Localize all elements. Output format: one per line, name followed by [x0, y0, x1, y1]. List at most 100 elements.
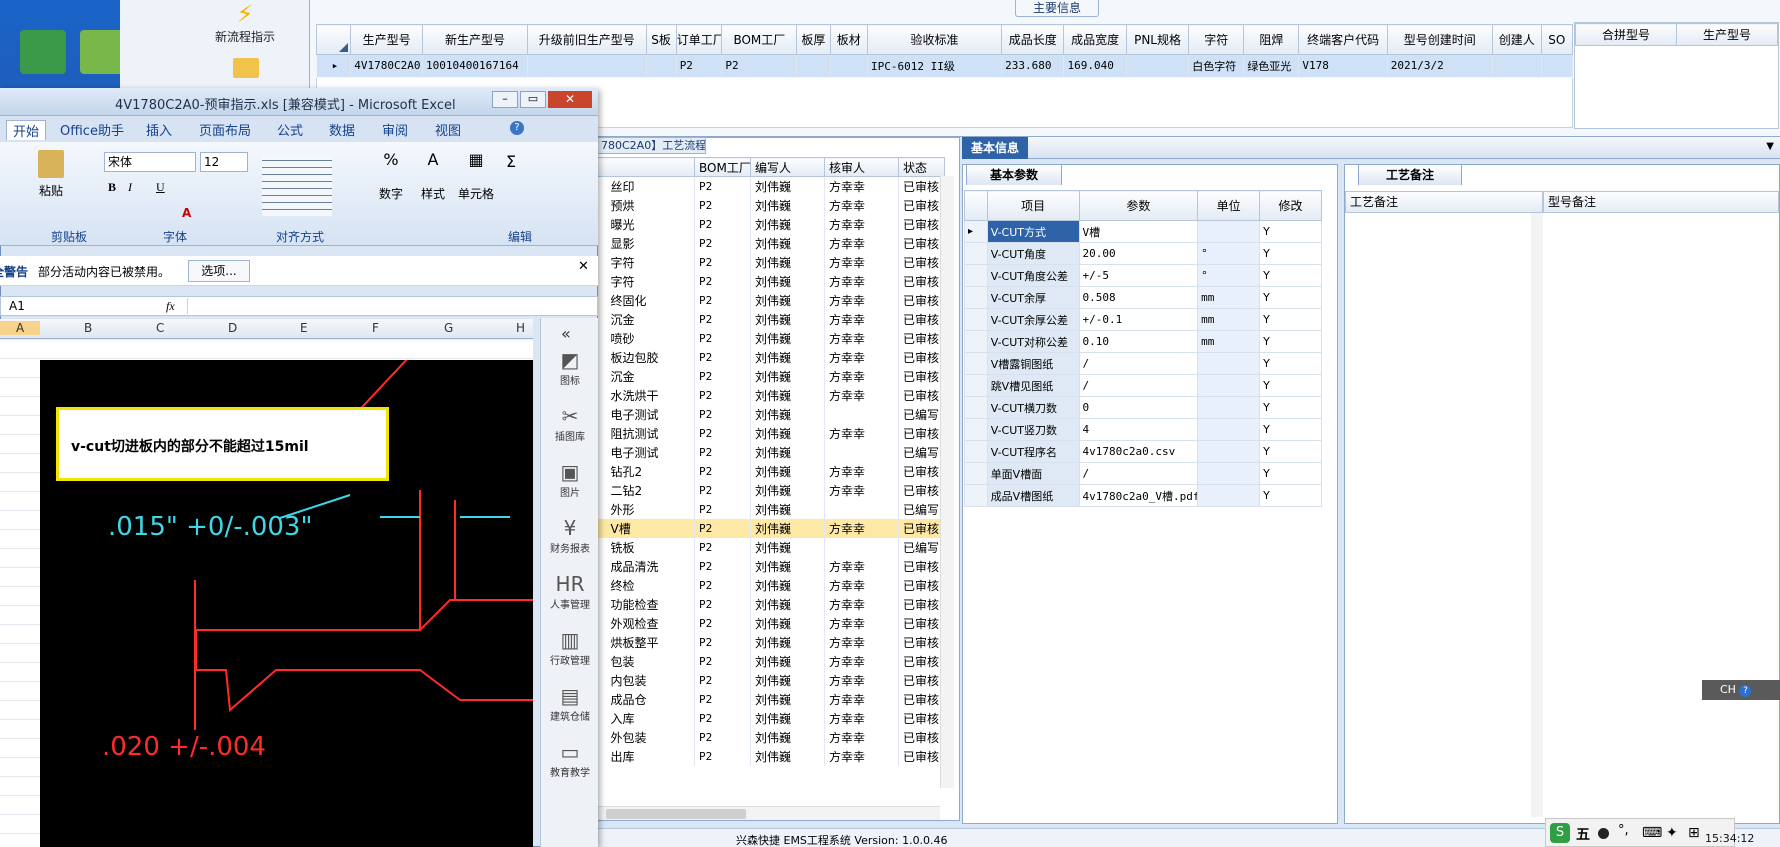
tab-page-layout[interactable]: 页面布局 — [199, 120, 251, 139]
main-info-col-header[interactable]: 阻焊 — [1243, 24, 1300, 55]
flow-row[interactable]: 电子测试 P2 刘伟巍 已编写 — [596, 404, 945, 424]
flow-row[interactable]: 曝光 P2 刘伟巍 方幸幸 已审核 — [596, 214, 945, 234]
main-info-col-header[interactable]: 板材 — [829, 24, 868, 55]
main-info-cell[interactable]: 169.040 — [1063, 54, 1127, 77]
main-info-col-header[interactable]: 板厚 — [796, 24, 831, 55]
side-item-2[interactable]: ✂ 插图库 — [541, 404, 599, 443]
flow-col-header[interactable]: 编写人 — [750, 157, 825, 177]
side-item-3[interactable]: ▣ 图片 — [541, 460, 599, 499]
params-row[interactable]: V-CUT对称公差 0.10 mm Y — [964, 330, 1322, 353]
fx-icon[interactable]: fx — [166, 299, 175, 314]
params-cell[interactable]: +/-5 — [1078, 264, 1199, 287]
flow-horizontal-scrollbar[interactable] — [598, 806, 940, 820]
new-flow-button[interactable]: ⚡ 新流程指示 — [210, 0, 280, 45]
params-cell[interactable]: +/-0.1 — [1078, 308, 1199, 331]
main-info-cell[interactable]: 绿色亚光 — [1243, 54, 1300, 77]
close-button[interactable]: ✕ — [548, 91, 592, 108]
params-col-header[interactable]: 单位 — [1197, 190, 1261, 221]
params-row[interactable]: 单面V槽面 / Y — [964, 462, 1322, 485]
flow-row[interactable]: 板边包胶 P2 刘伟巍 方幸幸 已审核 — [596, 347, 945, 367]
warning-close-icon[interactable]: ✕ — [578, 259, 589, 274]
flow-row[interactable]: 铣板 P2 刘伟巍 已编写 — [596, 537, 945, 557]
side-item-1[interactable]: ◩ 图标 — [541, 348, 599, 387]
sum-icon[interactable]: Σ — [506, 152, 516, 171]
tab-formulas[interactable]: 公式 — [277, 120, 303, 139]
main-info-cell[interactable] — [796, 54, 831, 77]
col-header-c[interactable]: C — [156, 321, 164, 335]
col-header-e[interactable]: E — [300, 321, 308, 335]
ime-floating-bar[interactable]: CH ? — [1702, 680, 1780, 700]
styles-button[interactable]: A 样式 — [416, 150, 450, 202]
cells-button[interactable]: ▦ 单元格 — [456, 150, 496, 202]
main-info-cell[interactable]: 4V1780C2A0 — [350, 54, 424, 77]
flow-row[interactable]: 沉金 P2 刘伟巍 方幸幸 已审核 — [596, 366, 945, 386]
row-pointer[interactable]: ▸ — [316, 54, 352, 77]
flow-row[interactable]: 外包装 P2 刘伟巍 方幸幸 已审核 — [596, 727, 945, 747]
params-col-header[interactable]: 项目 — [986, 190, 1080, 221]
main-info-cell[interactable]: V178 — [1298, 54, 1388, 77]
main-info-col-header[interactable]: SO — [1540, 24, 1574, 55]
notes-scrollbar[interactable] — [1531, 213, 1543, 817]
side-item-6[interactable]: ▥ 行政管理 — [541, 628, 599, 667]
vcut-callout-box[interactable]: v-cut切进板内的部分不能超过15mil — [56, 407, 389, 481]
col-header-h[interactable]: H — [516, 321, 525, 335]
main-info-cell[interactable]: P2 — [721, 54, 798, 77]
options-button[interactable]: 选项... — [188, 260, 250, 282]
flow-row[interactable]: 终固化 P2 刘伟巍 方幸幸 已审核 — [596, 290, 945, 310]
flow-row[interactable]: 烘板整平 P2 刘伟巍 方幸幸 已审核 — [596, 632, 945, 652]
main-info-col-header[interactable]: PNL规格 — [1125, 24, 1190, 55]
collapse-arrow-icon[interactable]: ▼ — [1766, 141, 1774, 152]
flow-col-header[interactable]: 状态 — [898, 157, 945, 177]
align-buttons[interactable] — [262, 154, 332, 216]
flow-row[interactable]: 成品仓 P2 刘伟巍 方幸幸 已审核 — [596, 689, 945, 709]
keyboard-icon[interactable]: ⌨ — [1642, 825, 1662, 841]
flow-row[interactable]: 字符 P2 刘伟巍 方幸幸 已审核 — [596, 271, 945, 291]
flow-row[interactable]: 内包装 P2 刘伟巍 方幸幸 已审核 — [596, 670, 945, 690]
tab-office-assistant[interactable]: Office助手 — [60, 120, 124, 139]
ime-punct-icon[interactable]: °, — [1618, 823, 1629, 838]
main-info-col-header[interactable]: 创建人 — [1491, 24, 1542, 55]
col-header-a[interactable]: A — [0, 321, 41, 335]
main-info-cell[interactable]: 2021/3/2 — [1387, 54, 1493, 77]
params-cell[interactable]: / — [1078, 352, 1199, 375]
basic-info-tab[interactable]: 基本信息 — [962, 137, 1028, 159]
params-cell[interactable]: / — [1078, 462, 1199, 485]
params-cell[interactable]: 4 — [1078, 418, 1199, 441]
tab-data[interactable]: 数据 — [329, 120, 355, 139]
main-info-cell[interactable] — [830, 54, 868, 77]
open-folder-icon[interactable] — [233, 58, 259, 78]
params-row[interactable]: V槽露铜图纸 / Y — [964, 352, 1322, 375]
ime-dot-icon[interactable] — [1598, 828, 1609, 839]
flow-row[interactable]: 包装 P2 刘伟巍 方幸幸 已审核 — [596, 651, 945, 671]
flow-row[interactable]: 钻孔2 P2 刘伟巍 方幸幸 已审核 — [596, 461, 945, 481]
flow-row[interactable]: 喷砂 P2 刘伟巍 方幸幸 已审核 — [596, 328, 945, 348]
main-info-col-header[interactable]: 成品宽度 — [1063, 24, 1127, 55]
params-cell[interactable]: 0 — [1078, 396, 1199, 419]
params-row[interactable]: V-CUT角度公差 +/-5 ° Y — [964, 264, 1322, 287]
params-row[interactable]: ▸ V-CUT方式 V槽 Y — [964, 220, 1322, 243]
flow-vertical-scrollbar[interactable] — [940, 176, 954, 788]
main-info-col-header[interactable]: S板 — [645, 24, 677, 55]
restore-button[interactable]: ▭ — [520, 91, 546, 108]
flow-col-header[interactable] — [596, 157, 695, 177]
main-info-cell[interactable]: 白色字符 — [1188, 54, 1245, 77]
main-info-cell[interactable] — [527, 54, 647, 77]
help-icon[interactable]: ? — [510, 121, 524, 135]
main-info-cell[interactable] — [1541, 54, 1574, 77]
flow-col-header[interactable]: BOM工厂 — [694, 157, 751, 177]
params-cell[interactable]: V槽 — [1078, 220, 1199, 243]
flow-row[interactable]: 字符 P2 刘伟巍 方幸幸 已审核 — [596, 252, 945, 272]
main-info-cell[interactable] — [646, 54, 677, 77]
flow-row[interactable]: 沉金 P2 刘伟巍 方幸幸 已审核 — [596, 309, 945, 329]
params-col-header[interactable]: 修改 — [1259, 190, 1322, 221]
underline-button[interactable]: U — [156, 180, 165, 195]
font-color-button[interactable]: A — [182, 206, 191, 220]
main-info-col-header[interactable]: BOM工厂 — [721, 24, 798, 55]
flow-row[interactable]: 二钻2 P2 刘伟巍 方幸幸 已审核 — [596, 480, 945, 500]
main-info-cell[interactable]: 10010400167164 — [422, 54, 529, 77]
ime-grid-icon[interactable]: ⊞ — [1688, 825, 1700, 841]
params-cell[interactable]: 20.00 — [1078, 242, 1199, 265]
tab-view[interactable]: 视图 — [435, 120, 461, 139]
font-name-select[interactable]: 宋体 — [104, 152, 196, 172]
params-row[interactable]: V-CUT竖刀数 4 Y — [964, 418, 1322, 441]
